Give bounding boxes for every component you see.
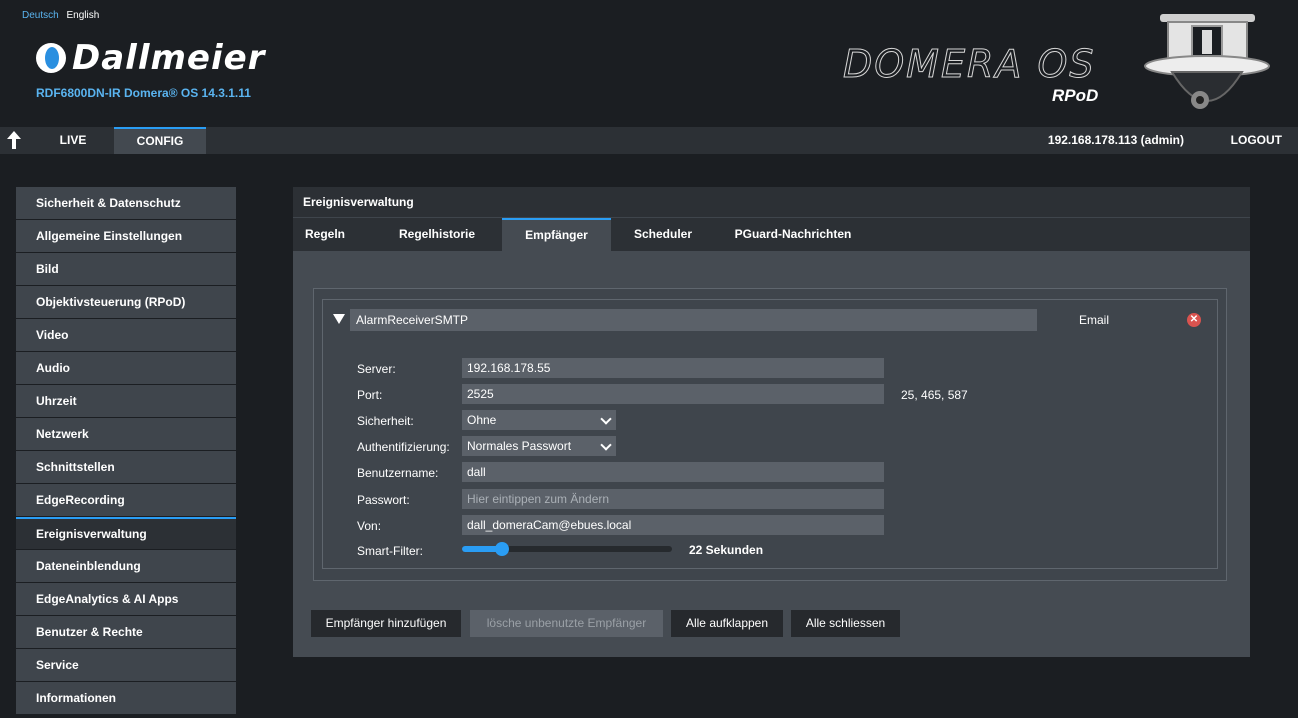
sidebar-item-audio[interactable]: Audio bbox=[16, 352, 236, 384]
smart-filter-value: 22 Sekunden bbox=[689, 543, 764, 557]
chevron-down-icon bbox=[600, 439, 612, 451]
receiver-type: Email bbox=[1079, 313, 1110, 327]
port-input[interactable]: 2525 bbox=[462, 384, 884, 404]
sidebar-item-informationen[interactable]: Informationen bbox=[16, 682, 236, 714]
sidebar-item-service[interactable]: Service bbox=[16, 649, 236, 681]
panel-tabs: Regeln Regelhistorie Empfänger Scheduler… bbox=[293, 217, 1250, 251]
auth-select[interactable]: Normales Passwort bbox=[462, 436, 616, 456]
logo-text: Dallmeier bbox=[72, 38, 266, 78]
sidebar-item-objektivsteuerung[interactable]: Objektivsteuerung (RPoD) bbox=[16, 286, 236, 318]
server-input[interactable]: 192.168.178.55 bbox=[462, 358, 884, 378]
sidebar-item-edgeanalytics[interactable]: EdgeAnalytics & AI Apps bbox=[16, 583, 236, 615]
chevron-down-icon bbox=[600, 413, 612, 425]
sidebar-item-allgemeine-einstellungen[interactable]: Allgemeine Einstellungen bbox=[16, 220, 236, 252]
collapse-triangle-icon[interactable] bbox=[333, 314, 345, 324]
security-label: Sicherheit: bbox=[357, 414, 414, 428]
tab-pguard-nachrichten[interactable]: PGuard-Nachrichten bbox=[718, 218, 868, 251]
from-input[interactable]: dall_domeraCam@ebues.local bbox=[462, 515, 884, 535]
sidebar-item-ereignisverwaltung[interactable]: Ereignisverwaltung bbox=[16, 517, 236, 549]
domera-os-logo: DOMERA OS bbox=[842, 42, 1096, 87]
tab-scheduler[interactable]: Scheduler bbox=[628, 218, 698, 251]
delete-receiver-icon[interactable]: ✕ bbox=[1187, 313, 1201, 327]
model-info: RDF6800DN-IR Domera® OS 14.3.1.11 bbox=[36, 86, 251, 100]
smart-filter-slider[interactable] bbox=[462, 542, 672, 556]
port-hint: 25, 465, 587 bbox=[901, 388, 968, 402]
sidebar-item-edgerecording[interactable]: EdgeRecording bbox=[16, 484, 236, 516]
sidebar-item-uhrzeit[interactable]: Uhrzeit bbox=[16, 385, 236, 417]
receiver-name-input[interactable]: AlarmReceiverSMTP bbox=[350, 309, 1037, 331]
main-nav: LIVE CONFIG 192.168.178.113 (admin) LOGO… bbox=[0, 127, 1298, 154]
delete-unused-receivers-button[interactable]: lösche unbenutzte Empfänger bbox=[470, 610, 663, 637]
slider-handle[interactable] bbox=[494, 542, 509, 556]
receiver-card-inner: AlarmReceiverSMTP Email ✕ Server: 192.16… bbox=[322, 299, 1218, 569]
smart-filter-label: Smart-Filter: bbox=[357, 544, 423, 558]
sidebar-item-benutzer-rechte[interactable]: Benutzer & Rechte bbox=[16, 616, 236, 648]
host-user: 192.168.178.113 (admin) bbox=[1047, 133, 1184, 147]
dallmeier-logo-icon bbox=[36, 43, 66, 73]
security-value: Ohne bbox=[467, 413, 497, 427]
tab-regelhistorie[interactable]: Regelhistorie bbox=[387, 218, 487, 251]
sidebar-item-netzwerk[interactable]: Netzwerk bbox=[16, 418, 236, 450]
add-receiver-button[interactable]: Empfänger hinzufügen bbox=[311, 610, 461, 637]
tab-regeln[interactable]: Regeln bbox=[303, 218, 347, 251]
lang-deutsch[interactable]: Deutsch bbox=[22, 10, 59, 21]
from-label: Von: bbox=[357, 519, 382, 533]
nav-tab-live[interactable]: LIVE bbox=[50, 127, 96, 154]
password-label: Passwort: bbox=[357, 493, 410, 507]
sidebar: Sicherheit & Datenschutz Allgemeine Eins… bbox=[16, 187, 236, 715]
dallmeier-logo: Dallmeier bbox=[36, 38, 265, 78]
auth-value: Normales Passwort bbox=[467, 439, 572, 453]
sidebar-item-bild[interactable]: Bild bbox=[16, 253, 236, 285]
event-management-panel: Ereignisverwaltung Regeln Regelhistorie … bbox=[293, 187, 1250, 657]
nav-tab-config[interactable]: CONFIG bbox=[114, 127, 206, 154]
port-label: Port: bbox=[357, 388, 383, 402]
receiver-card: AlarmReceiverSMTP Email ✕ Server: 192.16… bbox=[313, 288, 1227, 581]
expand-all-button[interactable]: Alle aufklappen bbox=[671, 610, 783, 637]
security-select[interactable]: Ohne bbox=[462, 410, 616, 430]
lang-english[interactable]: English bbox=[66, 10, 99, 21]
sidebar-item-sicherheit[interactable]: Sicherheit & Datenschutz bbox=[16, 187, 236, 219]
username-input[interactable]: dall bbox=[462, 462, 884, 482]
sidebar-item-schnittstellen[interactable]: Schnittstellen bbox=[16, 451, 236, 483]
language-switcher: Deutsch English bbox=[22, 10, 104, 21]
tab-empfaenger[interactable]: Empfänger bbox=[502, 218, 611, 251]
username-label: Benutzername: bbox=[357, 466, 439, 480]
auth-label: Authentifizierung: bbox=[357, 440, 450, 454]
server-label: Server: bbox=[357, 362, 396, 376]
sidebar-item-video[interactable]: Video bbox=[16, 319, 236, 351]
domera-sub-label: RPoD bbox=[1052, 86, 1099, 105]
password-input[interactable]: Hier eintippen zum Ändern bbox=[462, 489, 884, 509]
header: Deutsch English Dallmeier RDF6800DN-IR D… bbox=[0, 0, 1298, 127]
camera-icon bbox=[1144, 14, 1270, 109]
logout-link[interactable]: LOGOUT bbox=[1231, 127, 1282, 154]
panel-title: Ereignisverwaltung bbox=[293, 187, 1250, 217]
collapse-all-button[interactable]: Alle schliessen bbox=[791, 610, 900, 637]
sidebar-item-dateneinblendung[interactable]: Dateneinblendung bbox=[16, 550, 236, 582]
arrow-up-icon[interactable] bbox=[7, 131, 21, 149]
